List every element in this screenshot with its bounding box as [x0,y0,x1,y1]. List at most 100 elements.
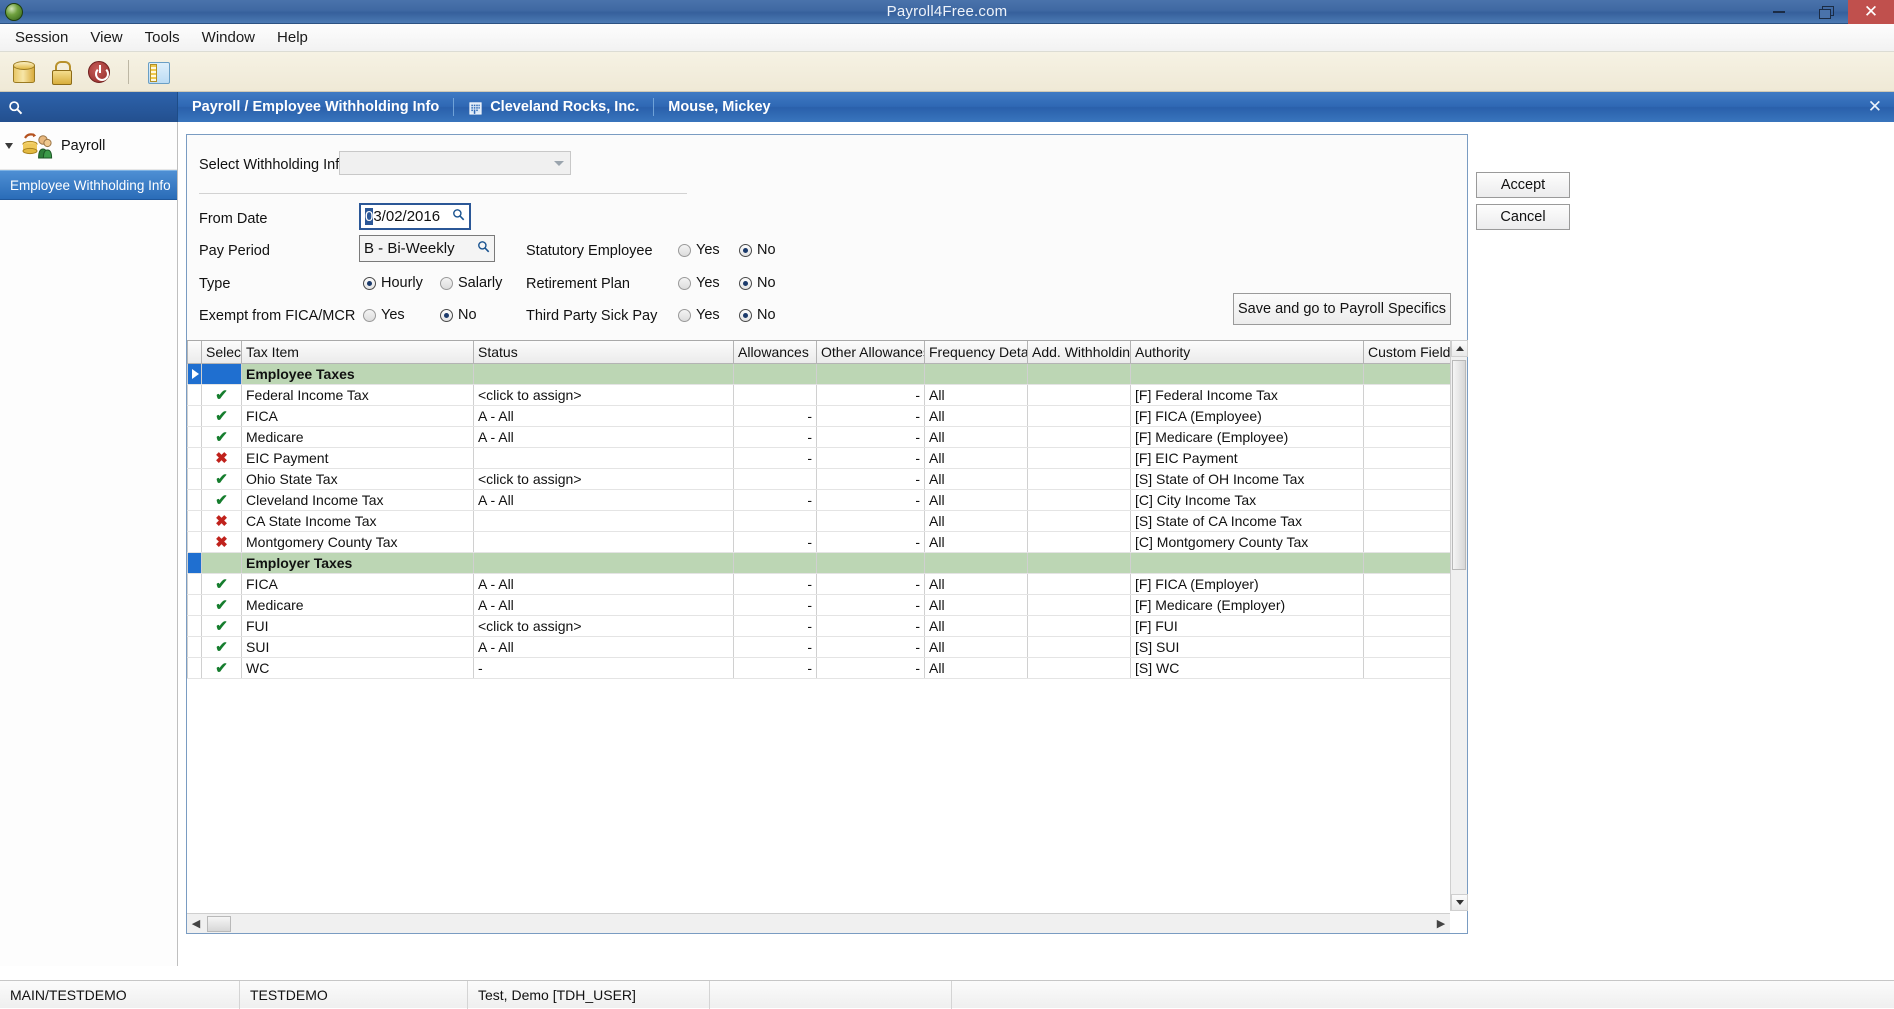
cell-custom-field[interactable] [1364,426,1459,447]
breadcrumb-close-icon[interactable]: ✕ [1868,97,1882,117]
row-select-check-icon[interactable]: ✔ [202,405,242,426]
row-select-check-icon[interactable]: ✔ [202,636,242,657]
cell-authority[interactable]: [S] State of OH Income Tax [1131,468,1364,489]
cell-authority[interactable]: [C] Montgomery County Tax [1131,531,1364,552]
row-select-cross-icon[interactable]: ✖ [202,447,242,468]
vertical-scroll-thumb[interactable] [1452,360,1466,570]
cell-allowances[interactable]: - [734,615,817,636]
cell-add-withholding[interactable] [1028,531,1131,552]
cell-tax-item[interactable]: FUI [242,615,474,636]
th-allowances[interactable]: Allowances [734,341,817,363]
chevron-down-icon[interactable] [5,143,13,149]
cell-authority[interactable]: [S] WC [1131,657,1364,678]
cell-allowances[interactable] [734,384,817,405]
sidebar-search-button[interactable] [0,92,178,122]
cell-frequency-detail[interactable]: All [925,594,1028,615]
cell-tax-item[interactable]: FICA [242,405,474,426]
cell-other-allowances[interactable]: - [817,384,925,405]
cell-tax-item[interactable]: Montgomery County Tax [242,531,474,552]
cell-authority[interactable]: [F] FUI [1131,615,1364,636]
from-date-input[interactable]: 03/02/2016 [359,203,471,230]
select-withholding-dropdown[interactable] [339,151,571,175]
cell-frequency-detail[interactable]: All [925,384,1028,405]
cell-custom-field[interactable] [1364,615,1459,636]
toolbar-window-list-button[interactable] [141,55,175,89]
row-select-check-icon[interactable]: ✔ [202,657,242,678]
cell-other-allowances[interactable] [817,510,925,531]
cell-other-allowances[interactable]: - [817,594,925,615]
menu-item-view[interactable]: View [79,26,133,49]
retirement-radio-yes[interactable]: Yes [678,275,720,291]
cell-allowances[interactable]: - [734,426,817,447]
cell-other-allowances[interactable]: - [817,657,925,678]
toolbar-database-button[interactable] [6,55,40,89]
cell-allowances[interactable]: - [734,594,817,615]
cell-status[interactable]: <click to assign> [474,615,734,636]
cell-authority[interactable]: [F] FICA (Employee) [1131,405,1364,426]
toolbar-power-button[interactable] [82,55,116,89]
th-custom-field[interactable]: Custom Field Va [1364,341,1459,363]
cell-add-withholding[interactable] [1028,573,1131,594]
table-row[interactable]: ✔SUIA - All--All[S] SUI [188,636,1459,657]
cell-frequency-detail[interactable]: All [925,657,1028,678]
row-select-cross-icon[interactable]: ✖ [202,531,242,552]
cell-tax-item[interactable]: CA State Income Tax [242,510,474,531]
th-add-withholding[interactable]: Add. Withholding [1028,341,1131,363]
cell-frequency-detail[interactable]: All [925,447,1028,468]
cell-frequency-detail[interactable]: All [925,531,1028,552]
th-select[interactable]: Select [202,341,242,363]
cell-allowances[interactable]: - [734,447,817,468]
cell-allowances[interactable]: - [734,489,817,510]
cell-custom-field[interactable] [1364,489,1459,510]
table-group-row[interactable]: Employee Taxes [188,363,1459,384]
cell-tax-item[interactable]: FICA [242,573,474,594]
cell-allowances[interactable]: - [734,636,817,657]
cell-custom-field[interactable] [1364,468,1459,489]
table-vertical-scrollbar[interactable] [1450,340,1467,911]
breadcrumb-company[interactable]: Cleveland Rocks, Inc. [454,98,653,116]
cell-other-allowances[interactable]: - [817,636,925,657]
cell-add-withholding[interactable] [1028,426,1131,447]
cell-other-allowances[interactable]: - [817,489,925,510]
cell-add-withholding[interactable] [1028,594,1131,615]
table-row[interactable]: ✔Federal Income Tax<click to assign>-All… [188,384,1459,405]
cell-add-withholding[interactable] [1028,447,1131,468]
cell-authority[interactable]: [S] State of CA Income Tax [1131,510,1364,531]
th-frequency-detail[interactable]: Frequency Detail [925,341,1028,363]
menu-item-tools[interactable]: Tools [134,26,191,49]
accept-button[interactable]: Accept [1476,172,1570,198]
breadcrumb-module[interactable]: Payroll / Employee Withholding Info [178,98,453,116]
cell-status[interactable]: A - All [474,636,734,657]
toolbar-lock-button[interactable] [44,55,78,89]
cell-frequency-detail[interactable]: All [925,426,1028,447]
cell-allowances[interactable]: - [734,657,817,678]
cell-tax-item[interactable]: Ohio State Tax [242,468,474,489]
cell-custom-field[interactable] [1364,384,1459,405]
row-select-check-icon[interactable]: ✔ [202,426,242,447]
cell-authority[interactable]: [F] Medicare (Employer) [1131,594,1364,615]
cell-authority[interactable]: [C] City Income Tax [1131,489,1364,510]
cell-tax-item[interactable]: SUI [242,636,474,657]
table-row[interactable]: ✔MedicareA - All--All[F] Medicare (Emplo… [188,594,1459,615]
cell-other-allowances[interactable]: - [817,405,925,426]
table-row[interactable]: ✔Cleveland Income TaxA - All--All[C] Cit… [188,489,1459,510]
save-and-go-to-payroll-specifics-button[interactable]: Save and go to Payroll Specifics [1233,293,1451,325]
scroll-down-button[interactable] [1451,894,1468,911]
cell-custom-field[interactable] [1364,531,1459,552]
cell-tax-item[interactable]: WC [242,657,474,678]
menu-item-session[interactable]: Session [4,26,79,49]
cell-add-withholding[interactable] [1028,489,1131,510]
cell-add-withholding[interactable] [1028,636,1131,657]
cell-status[interactable]: A - All [474,405,734,426]
sickpay-radio-no[interactable]: No [739,307,776,323]
cell-add-withholding[interactable] [1028,384,1131,405]
th-status[interactable]: Status [474,341,734,363]
cell-frequency-detail[interactable]: All [925,615,1028,636]
row-select-check-icon[interactable]: ✔ [202,384,242,405]
scroll-right-button[interactable]: ▶ [1432,915,1450,933]
cell-status[interactable]: A - All [474,573,734,594]
cell-add-withholding[interactable] [1028,510,1131,531]
cell-add-withholding[interactable] [1028,468,1131,489]
statutory-radio-no[interactable]: No [739,242,776,258]
statutory-radio-yes[interactable]: Yes [678,242,720,258]
